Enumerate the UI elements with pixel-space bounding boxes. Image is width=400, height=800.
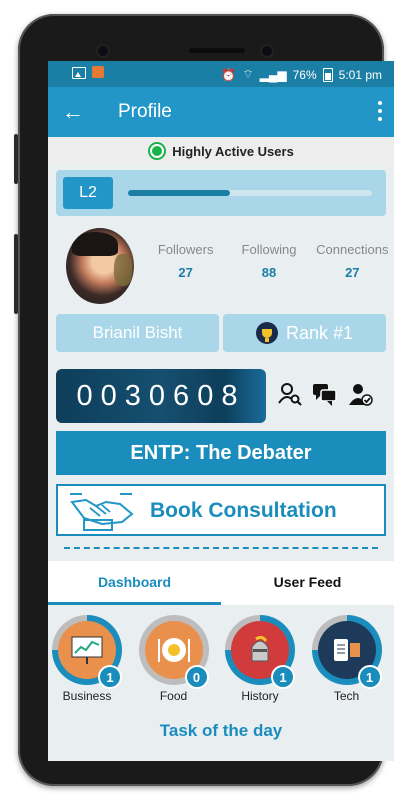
alarm-icon: ⏰ <box>221 67 237 82</box>
consultation-label: Book Consultation <box>150 499 337 522</box>
front-sensor <box>98 46 108 56</box>
points-value: 0030608 <box>76 379 246 412</box>
wifi-icon: ⌔ <box>242 67 254 81</box>
back-arrow-icon[interactable]: ← <box>62 99 84 125</box>
level-badge: L2 <box>63 177 113 209</box>
tab-user-feed[interactable]: User Feed <box>221 561 394 605</box>
bixby-button <box>14 234 18 314</box>
profile-actions <box>276 381 374 407</box>
category-history[interactable]: 1 History <box>221 607 308 717</box>
category-count: 0 <box>184 665 209 689</box>
stat-following[interactable]: Following 88 <box>227 242 310 280</box>
stat-value: 27 <box>345 265 360 280</box>
stat-connections[interactable]: Connections 27 <box>311 242 394 280</box>
app-notification-icon <box>92 66 104 78</box>
verified-user-icon[interactable] <box>348 381 374 407</box>
status-bar: ⏰ ⌔ ▂▄▆ 76% 5:01 pm <box>48 61 394 87</box>
profile-stats: Followers 27 Following 88 Connections 27 <box>144 242 394 280</box>
category-food[interactable]: 0 Food <box>135 607 222 717</box>
app-bar: ← Profile <box>48 87 394 137</box>
category-business[interactable]: 1 Business <box>48 607 135 717</box>
page-title: Profile <box>118 101 172 122</box>
battery-percent: 76% <box>292 67 317 82</box>
active-indicator-icon <box>148 142 167 160</box>
category-label: History <box>241 689 279 703</box>
category-count: 1 <box>357 665 382 689</box>
activity-label: Highly Active Users <box>172 143 294 159</box>
search-user-icon[interactable] <box>276 381 302 407</box>
divider <box>64 547 378 549</box>
front-camera <box>262 46 272 56</box>
handshake-icon <box>70 493 134 531</box>
stat-followers[interactable]: Followers 27 <box>144 242 227 280</box>
level-progress-fill <box>128 190 231 196</box>
category-label: Food <box>159 689 188 703</box>
earpiece-speaker <box>189 48 245 53</box>
category-tech[interactable]: 1 Tech <box>308 607 395 717</box>
category-label: Tech <box>333 689 360 703</box>
rank-button[interactable]: Rank #1 <box>223 314 386 352</box>
category-count: 1 <box>271 665 295 689</box>
book-consultation-button[interactable]: Book Consultation <box>56 484 386 536</box>
category-count: 1 <box>98 665 122 689</box>
volume-button <box>14 134 18 184</box>
image-notification-icon <box>72 67 86 79</box>
activity-status: Highly Active Users <box>48 137 394 165</box>
signal-icon: ▂▄▆ <box>259 67 287 82</box>
rank-label: Rank #1 <box>285 322 354 343</box>
stat-label: Following <box>241 242 297 257</box>
phone-frame: ⏰ ⌔ ▂▄▆ 76% 5:01 pm ← Profile Highly Act… <box>14 14 394 786</box>
screen: ⏰ ⌔ ▂▄▆ 76% 5:01 pm ← Profile Highly Act… <box>48 61 394 761</box>
level-bar: L2 <box>56 170 386 216</box>
avatar[interactable] <box>66 228 134 304</box>
task-of-the-day[interactable]: Task of the day <box>48 721 394 741</box>
user-name-button[interactable]: Brianil Bisht <box>56 314 219 352</box>
trophy-icon <box>255 322 278 344</box>
tab-bar: Dashboard User Feed <box>48 561 394 605</box>
category-label: Business <box>62 689 112 703</box>
points-counter: 0030608 <box>56 369 266 423</box>
tab-dashboard[interactable]: Dashboard <box>48 561 221 605</box>
category-list: 1 Business 0 Food 1 History 1 Tech <box>48 607 394 717</box>
stat-label: Followers <box>157 242 214 257</box>
more-options-icon[interactable] <box>378 101 382 121</box>
personality-type: ENTP: The Debater <box>56 431 386 475</box>
level-progress-track <box>128 190 372 196</box>
battery-icon <box>322 67 333 82</box>
stat-label: Connections <box>316 242 389 257</box>
chat-icon[interactable] <box>312 381 338 407</box>
clock: 5:01 pm <box>338 67 382 82</box>
stat-value: 88 <box>261 265 277 280</box>
stat-value: 27 <box>178 265 193 280</box>
